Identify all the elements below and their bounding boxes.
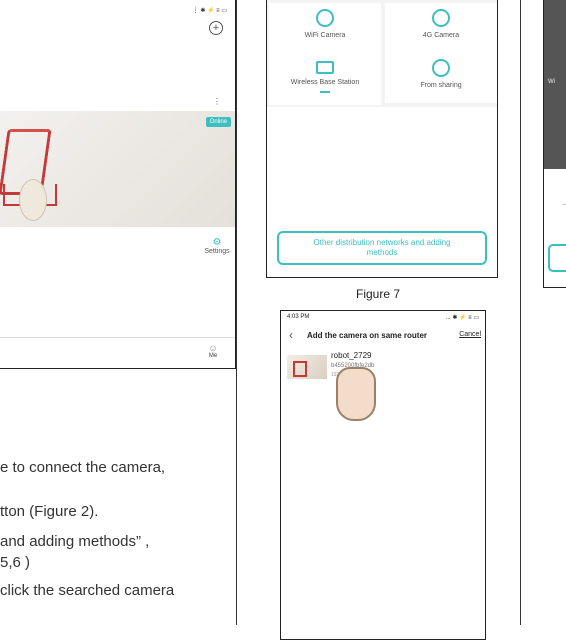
phone-screenshot-search: 4:03 PM ... ✱ ⚡ ≡ ▭ ‹ Add the camera on …	[280, 310, 486, 640]
right-button-fragment[interactable]	[548, 244, 566, 272]
tile-4g-camera[interactable]: 4G Camera	[385, 3, 497, 54]
status-bar: ⋮ ✱ ⚡ ≡ ▭	[192, 8, 227, 14]
tile-label: Wireless Base Station	[290, 79, 360, 86]
tile-label: 4G Camera	[422, 32, 460, 39]
instruction-line-5: click the searched camera	[0, 582, 175, 599]
right-fragment-text: Wi	[548, 79, 555, 85]
tab-me-label: Me	[208, 353, 218, 359]
settings-label: Settings	[204, 248, 230, 255]
settings-button[interactable]: ⚙ Settings	[199, 237, 235, 255]
phone-screenshot-clipped: Wi	[543, 0, 566, 288]
tile-label: WiFi Camera	[304, 32, 346, 39]
instruction-line-1: e to connect the camera,	[0, 459, 166, 476]
instruction-line-3: and adding methods” ,	[0, 533, 150, 550]
bottom-nav-divider	[0, 337, 235, 338]
tapping-hand-illustration	[336, 367, 376, 421]
column-divider-right	[520, 0, 521, 625]
gear-icon: ⚙	[212, 237, 222, 248]
tile-label: From sharing	[420, 82, 462, 89]
online-badge: Online	[205, 117, 231, 127]
right-divider	[562, 204, 566, 205]
tile-wireless-base-station[interactable]: Wireless Base Station	[269, 53, 381, 105]
back-arrow-icon[interactable]: ‹	[289, 328, 293, 342]
tile-wifi-camera[interactable]: WiFi Camera	[269, 3, 381, 54]
other-button-line1: Other distribution networks and adding	[313, 238, 451, 247]
instruction-line-4: 5,6 )	[0, 554, 31, 571]
instruction-line-2: tton (Figure 2).	[0, 503, 99, 520]
tab-me[interactable]: ☺ Me	[197, 343, 229, 359]
device-name[interactable]: robot_2729	[331, 351, 371, 360]
phone-screenshot-add-device: WiFi Camera 4G Camera Wireless Base Stat…	[266, 0, 498, 278]
tile-from-sharing[interactable]: From sharing	[385, 53, 497, 103]
4g-camera-icon	[432, 9, 450, 27]
other-button-line2: methods	[366, 248, 398, 257]
column-divider-left	[236, 0, 237, 625]
figure-caption: Figure 7	[356, 287, 401, 301]
share-camera-icon	[432, 59, 450, 77]
user-icon: ☺	[208, 343, 218, 353]
cancel-link[interactable]: Cancel	[459, 331, 481, 338]
device-thumb-chair	[293, 361, 307, 377]
add-device-icon[interactable]: +	[209, 21, 223, 35]
status-icons: ... ✱ ⚡ ≡ ▭	[445, 315, 479, 321]
stool-shape	[19, 179, 47, 221]
wifi-camera-icon	[316, 9, 334, 27]
other-methods-button[interactable]: Other distribution networks and adding m…	[277, 231, 487, 265]
tile-underline	[320, 91, 330, 93]
status-time: 4:03 PM	[287, 314, 310, 320]
page-title: Add the camera on same router	[307, 331, 428, 340]
router-icon	[316, 61, 334, 74]
more-options-icon[interactable]: ⋮	[213, 97, 221, 106]
phone-screenshot-home: ⋮ ✱ ⚡ ≡ ▭ + ⋮ Online ⚙ Settings ☺ Me	[0, 0, 236, 369]
